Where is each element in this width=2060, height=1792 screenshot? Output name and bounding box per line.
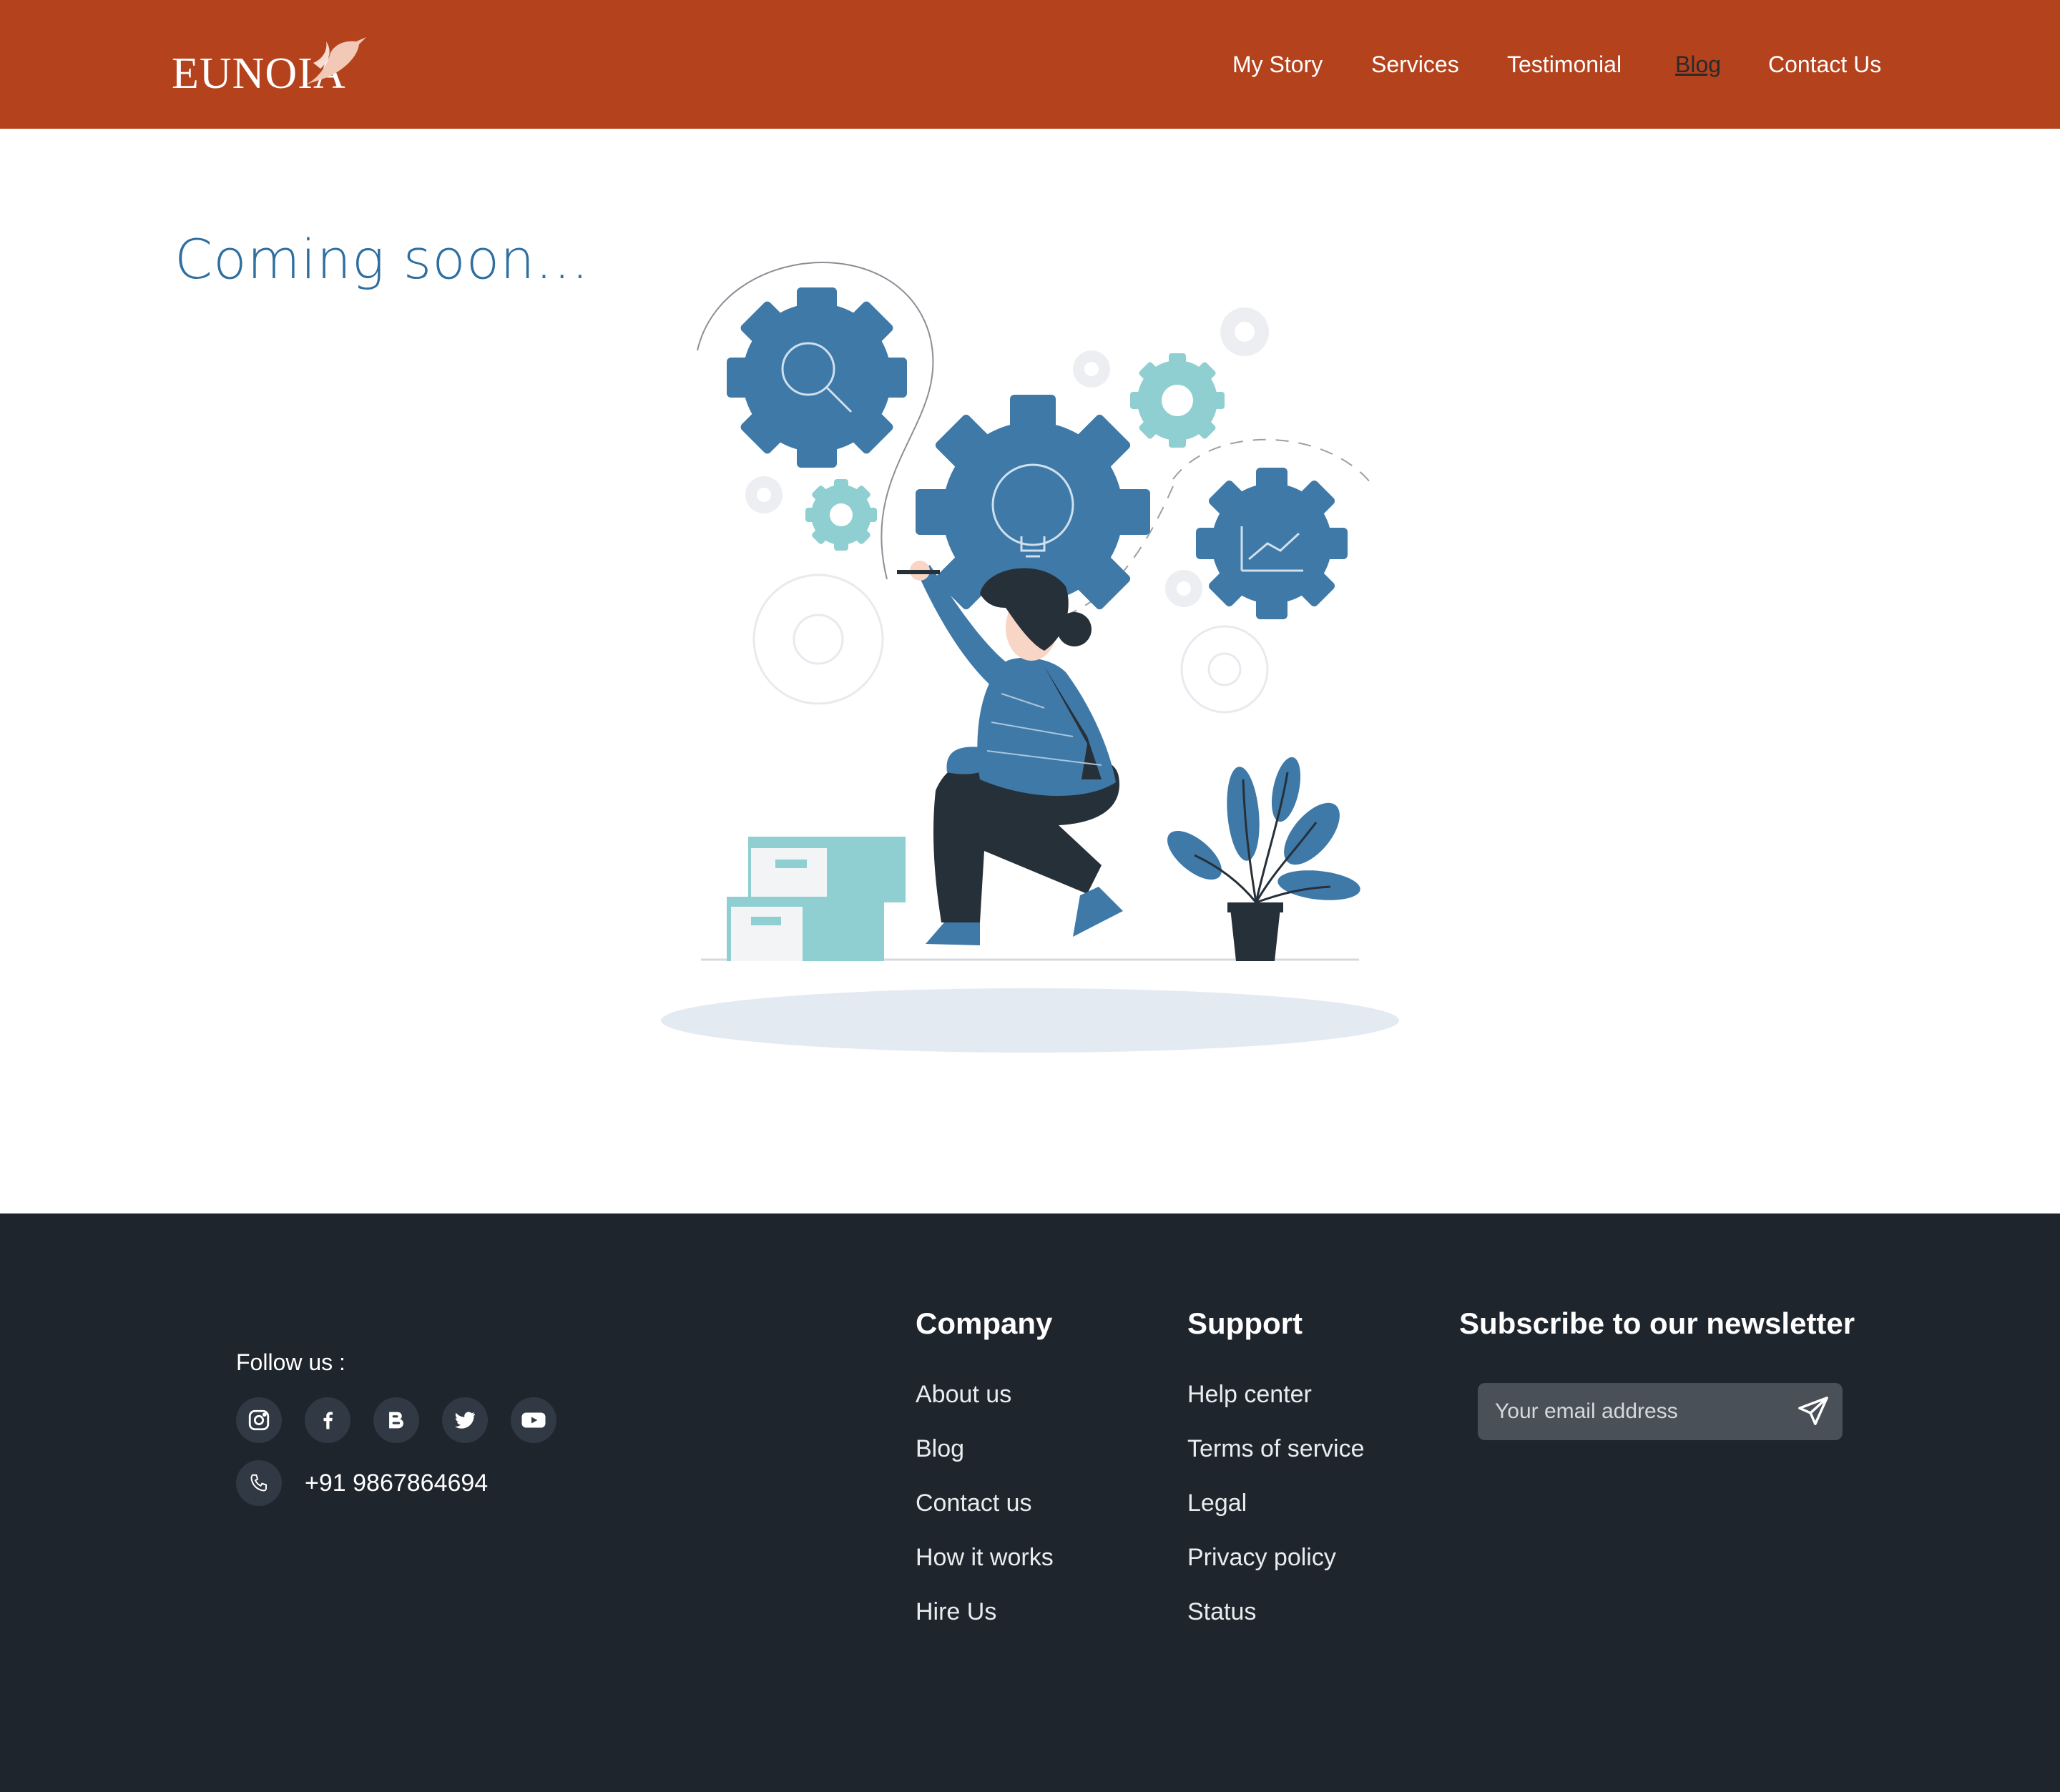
nav-my-story[interactable]: My Story	[1232, 51, 1323, 78]
footer-link-help-center[interactable]: Help center	[1187, 1381, 1365, 1435]
newsletter-form	[1478, 1383, 1843, 1440]
site-footer: Follow us : +91 9867864694 Company About…	[0, 1213, 2060, 1792]
instagram-icon[interactable]	[236, 1397, 282, 1443]
footer-support-column: Support Help center Terms of service Leg…	[1187, 1306, 1365, 1653]
footer-link-status[interactable]: Status	[1187, 1598, 1365, 1653]
site-header: EUNOIA My Story Services Testimonial Blo…	[0, 0, 2060, 129]
footer-newsletter-column: Subscribe to our newsletter	[1459, 1306, 1855, 1381]
footer-link-privacy-policy[interactable]: Privacy policy	[1187, 1544, 1365, 1598]
main-nav: My Story Services Testimonial Blog Conta…	[0, 0, 2060, 129]
newsletter-email-input[interactable]	[1495, 1383, 1781, 1440]
footer-link-legal[interactable]: Legal	[1187, 1490, 1365, 1544]
footer-link-how-it-works[interactable]: How it works	[916, 1544, 1054, 1598]
phone-icon[interactable]	[236, 1460, 282, 1506]
page-title: Coming soon...	[175, 227, 589, 291]
twitter-icon[interactable]	[442, 1397, 488, 1443]
footer-link-hire-us[interactable]: Hire Us	[916, 1598, 1054, 1653]
newsletter-heading: Subscribe to our newsletter	[1459, 1306, 1855, 1340]
footer-link-blog[interactable]: Blog	[916, 1435, 1054, 1490]
footer-link-terms-of-service[interactable]: Terms of service	[1187, 1435, 1365, 1490]
coming-soon-illustration	[661, 262, 1399, 1053]
youtube-icon[interactable]	[511, 1397, 556, 1443]
footer-company-column: Company About us Blog Contact us How it …	[916, 1306, 1054, 1653]
phone-contact: +91 9867864694	[236, 1460, 488, 1506]
company-heading: Company	[916, 1306, 1053, 1340]
nav-testimonial[interactable]: Testimonial	[1507, 51, 1622, 78]
nav-contact-us[interactable]: Contact Us	[1768, 51, 1881, 78]
facebook-icon[interactable]	[305, 1397, 350, 1443]
footer-link-about-us[interactable]: About us	[916, 1381, 1054, 1435]
send-icon[interactable]	[1794, 1393, 1833, 1430]
footer-link-contact-us[interactable]: Contact us	[916, 1490, 1054, 1544]
nav-services[interactable]: Services	[1371, 51, 1459, 78]
support-heading: Support	[1187, 1306, 1303, 1340]
social-links	[236, 1397, 556, 1443]
nav-blog[interactable]: Blog	[1675, 51, 1721, 78]
follow-label: Follow us :	[236, 1349, 345, 1375]
phone-number[interactable]: +91 9867864694	[305, 1469, 488, 1497]
blogger-icon[interactable]	[373, 1397, 419, 1443]
